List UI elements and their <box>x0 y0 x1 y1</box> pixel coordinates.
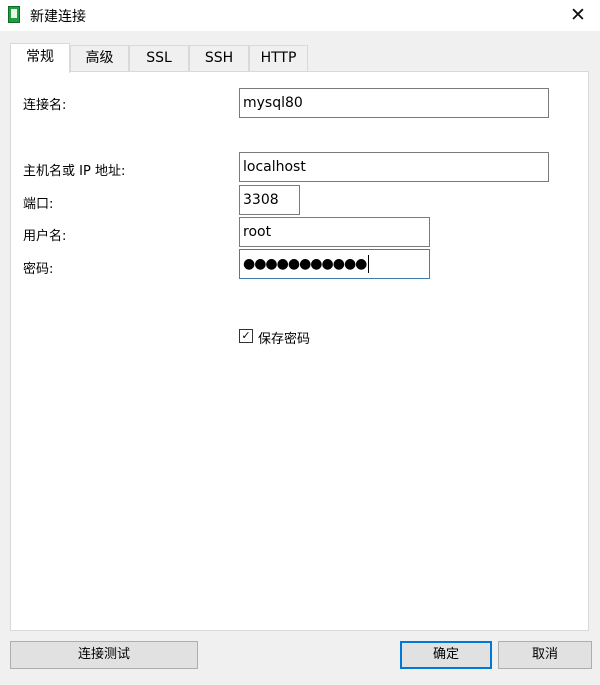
cancel-button[interactable]: 取消 <box>498 641 592 669</box>
save-password-label[interactable]: 保存密码 <box>258 328 310 347</box>
user-input[interactable]: root <box>239 217 430 247</box>
close-icon[interactable]: ✕ <box>564 2 592 28</box>
tab-ssh[interactable]: SSH <box>189 45 249 71</box>
tab-ssl[interactable]: SSL <box>129 45 189 71</box>
password-label: 密码: <box>23 262 54 277</box>
tab-general[interactable]: 常规 <box>10 43 70 73</box>
checkmark-icon: ✓ <box>241 329 251 342</box>
host-input[interactable]: localhost <box>239 152 549 182</box>
port-label: 端口: <box>23 197 54 212</box>
dialog-body: 常规 高级 SSL SSH HTTP 连接名: mysql80 主机名或 IP … <box>0 31 600 685</box>
general-panel: 连接名: mysql80 主机名或 IP 地址: localhost 端口: 3… <box>10 71 589 631</box>
connection-name-input[interactable]: mysql80 <box>239 88 549 118</box>
host-label: 主机名或 IP 地址: <box>23 164 126 179</box>
title-bar: 新建连接 ✕ <box>0 0 600 31</box>
save-password-checkbox[interactable]: ✓ <box>239 329 253 343</box>
tab-advanced[interactable]: 高级 <box>70 45 129 71</box>
text-caret <box>368 255 370 273</box>
database-connection-icon <box>8 6 20 23</box>
connection-name-label: 连接名: <box>23 98 67 113</box>
password-mask: ●●●●●●●●●●● <box>243 256 367 272</box>
user-label: 用户名: <box>23 229 67 244</box>
ok-button[interactable]: 确定 <box>400 641 492 669</box>
tab-http[interactable]: HTTP <box>249 45 308 71</box>
password-input[interactable]: ●●●●●●●●●●● <box>239 249 430 279</box>
test-connection-button[interactable]: 连接测试 <box>10 641 198 669</box>
window-title: 新建连接 <box>30 9 86 25</box>
port-input[interactable]: 3308 <box>239 185 300 215</box>
